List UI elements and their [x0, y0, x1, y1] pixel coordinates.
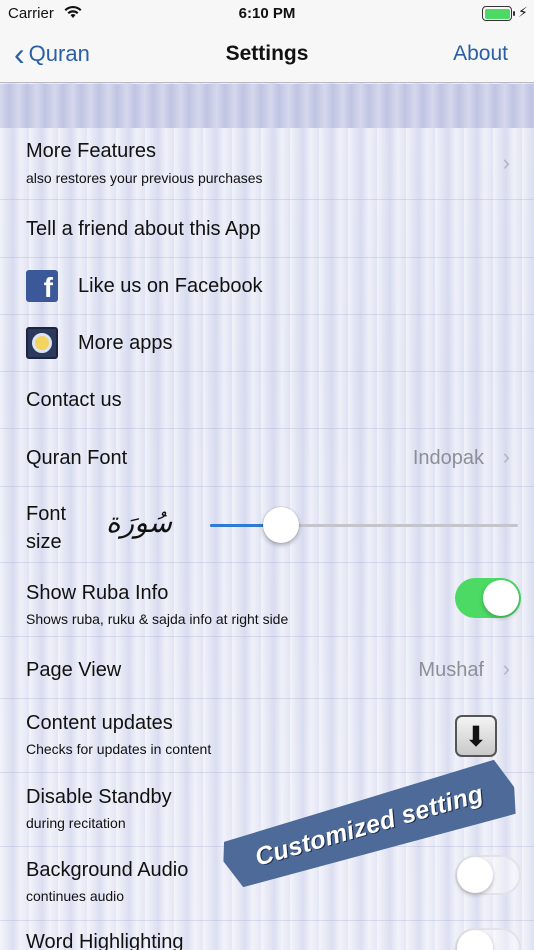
chevron-right-icon: ›	[502, 150, 510, 175]
word-highlighting-title: Word Highlighting	[26, 931, 184, 950]
more-apps-title: More apps	[78, 332, 173, 354]
content-updates-row: Content updates Checks for updates in co…	[0, 699, 534, 773]
word-highlighting-toggle[interactable]	[455, 928, 521, 950]
tell-friend-title: Tell a friend about this App	[26, 218, 261, 240]
disable-standby-subtitle: during recitation	[26, 815, 126, 831]
download-button[interactable]: ⬇	[455, 715, 497, 757]
clock: 6:10 PM	[238, 5, 296, 22]
word-highlighting-row: Word Highlighting	[0, 921, 534, 950]
quran-font-value: Indopak	[412, 447, 484, 469]
quran-font-row[interactable]: Quran Font Indopak ›	[0, 429, 534, 487]
app-logo-icon	[26, 327, 58, 359]
page-view-value: Mushaf	[418, 659, 484, 681]
disable-standby-title: Disable Standby	[26, 786, 172, 808]
facebook-row[interactable]: f Like us on Facebook	[0, 258, 534, 315]
more-features-row[interactable]: More Features also restores your previou…	[0, 128, 534, 200]
background-audio-toggle[interactable]	[455, 855, 521, 895]
arabic-sample-text: سُورَة	[106, 506, 173, 539]
font-size-title-line1: Font	[26, 503, 67, 525]
chevron-right-icon: ›	[502, 444, 510, 469]
more-features-subtitle: also restores your previous purchases	[26, 170, 263, 186]
navigation-bar: ‹ Quran Settings About	[0, 28, 534, 83]
contact-title: Contact us	[26, 389, 122, 411]
chevron-right-icon: ›	[502, 656, 510, 681]
content-updates-subtitle: Checks for updates in content	[26, 741, 212, 757]
battery-icon	[482, 6, 515, 21]
more-features-title: More Features	[26, 140, 157, 162]
background-audio-subtitle: continues audio	[26, 888, 125, 904]
ruba-info-row: Show Ruba Info Shows ruba, ruku & sajda …	[0, 563, 534, 637]
content-updates-title: Content updates	[26, 712, 173, 734]
ruba-info-title: Show Ruba Info	[26, 582, 169, 604]
ruba-info-toggle[interactable]	[455, 578, 521, 618]
about-button[interactable]: About	[453, 42, 508, 66]
charging-icon: ⚡	[518, 4, 528, 20]
section-header	[0, 84, 534, 128]
ruba-info-subtitle: Shows ruba, ruku & sajda info at right s…	[26, 611, 289, 627]
tell-friend-row[interactable]: Tell a friend about this App	[0, 200, 534, 258]
download-arrow-icon: ⬇	[464, 720, 488, 752]
page-view-row[interactable]: Page View Mushaf ›	[0, 637, 534, 699]
background-audio-title: Background Audio	[26, 859, 189, 881]
contact-row[interactable]: Contact us	[0, 372, 534, 429]
status-bar: Carrier 6:10 PM ⚡	[0, 0, 534, 28]
font-size-slider-thumb[interactable]	[262, 507, 299, 543]
facebook-icon: f	[26, 270, 58, 302]
font-size-title-line2: size	[26, 531, 62, 553]
facebook-title: Like us on Facebook	[78, 275, 263, 297]
more-apps-row[interactable]: More apps	[0, 315, 534, 372]
page-view-title: Page View	[26, 659, 122, 681]
quran-font-title: Quran Font	[26, 447, 128, 469]
